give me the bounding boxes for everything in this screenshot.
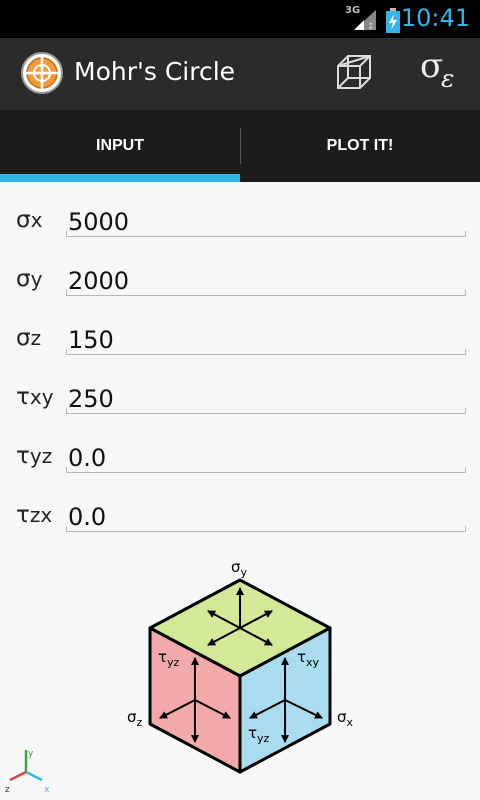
cube-icon[interactable] [332,52,376,96]
sigma-x-underline [66,231,466,237]
sigma-z-label: σz [16,325,42,351]
tau-zx-underline [66,526,466,532]
tau-xy-row: τxy [0,378,480,443]
sigma-y-underline [66,290,466,296]
axis-y-label: y [28,749,34,759]
stress-element-diagram: σy σx σz τyz τxy τyz [127,558,354,774]
app-logo-icon [21,52,63,94]
strain-toggle-button[interactable]: σ ε [410,44,468,100]
sigma-x-label: σx [16,207,43,233]
axis-z-label: z [5,785,10,795]
tab-input[interactable]: INPUT [0,110,240,182]
sigma-y-row: σy [0,260,480,325]
tau-yz-row: τyz [0,437,480,502]
clock: 10:41 [400,4,470,32]
sigma-z-diagram-label: σz [127,708,143,729]
tau-xy-label: τxy [16,384,54,410]
axis-x-label: x [44,785,50,795]
sigma-x-row: σx [0,201,480,266]
tau-zx-label: τzx [16,502,53,528]
sigma-y-label: σy [16,266,43,292]
selected-tab-indicator [0,174,240,182]
app-title: Mohr's Circle [74,57,236,86]
tab-plot-it[interactable]: PLOT IT! [240,110,480,182]
tau-yz-underline [66,467,466,473]
battery-charging-icon [386,8,400,33]
sigma-glyph: σ [420,46,444,86]
sigma-z-underline [66,349,466,355]
action-bar: Mohr's Circle σ ε [0,38,480,110]
epsilon-glyph: ε [441,64,455,93]
sigma-y-diagram-label: σy [231,558,248,579]
status-bar: 3G ↕ 10:41 [0,0,480,38]
svg-text:↕: ↕ [367,22,375,32]
sigma-x-diagram-label: σx [337,708,354,729]
sigma-z-row: σz [0,319,480,384]
signal-icon: ↕ [354,10,376,32]
tau-yz-label: τyz [16,443,53,469]
tau-xy-underline [66,408,466,414]
axes-triad-icon: y z x [5,749,50,795]
tab-bar: INPUT PLOT IT! [0,110,480,182]
